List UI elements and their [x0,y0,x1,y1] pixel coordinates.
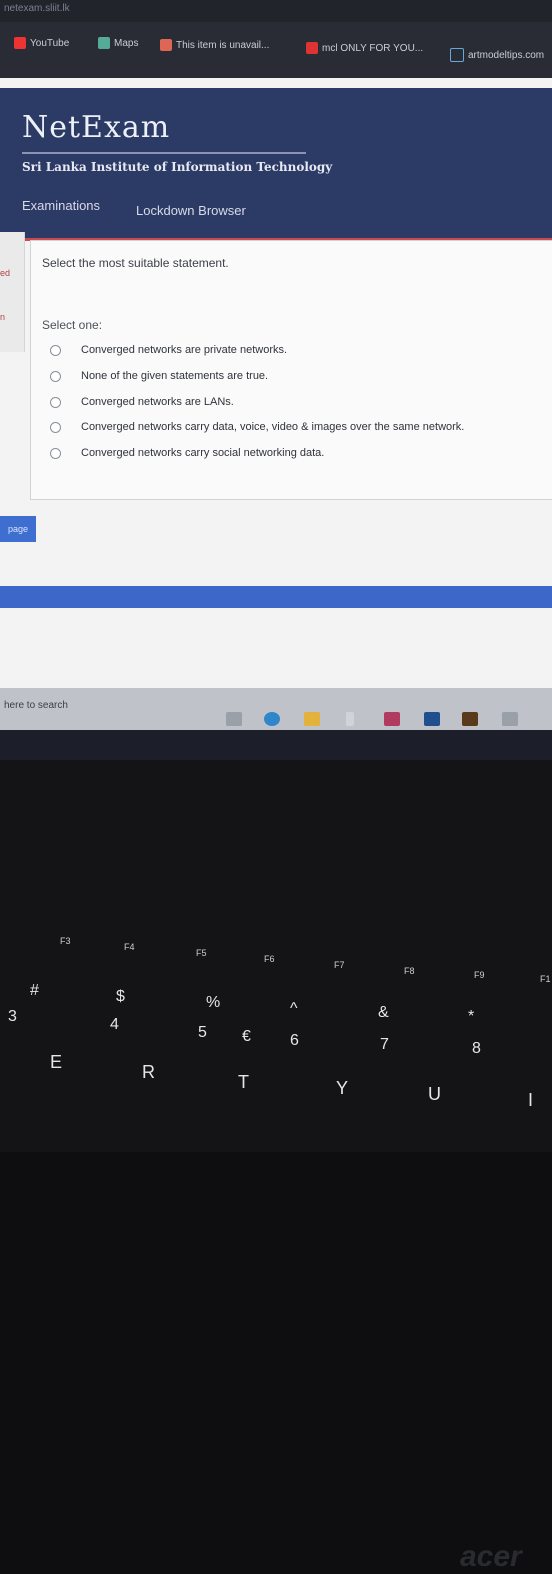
side-label-1: ed [0,268,11,278]
calendar-icon[interactable] [502,712,518,726]
key-3[interactable]: 3 [8,1008,17,1026]
key-caret[interactable]: ^ [290,1000,298,1018]
question-info-panel [0,232,25,352]
answer-option-3[interactable]: Converged networks are LANs. [50,396,234,408]
document-icon [160,39,172,51]
institute-name: Sri Lanka Institute of Information Techn… [22,160,333,174]
bookmark-n-icon [306,42,318,54]
acer-logo: acer [460,1540,522,1573]
key-dollar[interactable]: $ [116,988,125,1006]
key-t[interactable]: T [238,1072,249,1093]
key-i[interactable]: I [528,1090,533,1111]
key-ampersand[interactable]: & [378,1004,389,1022]
youtube-icon [14,37,26,49]
key-f8[interactable]: F8 [404,966,415,976]
select-one-label: Select one: [42,318,103,332]
answer-option-1[interactable]: Converged networks are private networks. [50,344,287,356]
bookmark-youtube[interactable]: YouTube [14,37,69,49]
task-view-icon[interactable] [226,712,242,726]
bookmark-mcl[interactable]: mcl ONLY FOR YOU... [306,42,423,54]
key-6[interactable]: 6 [290,1032,299,1050]
side-label-2: n [0,312,6,322]
answer-option-2[interactable]: None of the given statements are true. [50,370,268,382]
key-euro[interactable]: € [242,1028,251,1046]
taskbar-search-input[interactable]: here to search [4,700,68,711]
key-f9[interactable]: F9 [474,970,485,980]
key-4[interactable]: 4 [110,1016,119,1034]
photoshop-icon[interactable] [424,712,440,726]
question-text: Select the most suitable statement. [42,256,229,270]
key-asterisk[interactable]: * [468,1008,474,1026]
indesign-icon[interactable] [384,712,400,726]
page-icon [450,48,464,62]
answer-option-5[interactable]: Converged networks carry social networki… [50,447,324,459]
laptop-screen: netexam.sliit.lk YouTube Maps This item … [0,0,552,760]
key-hash[interactable]: # [30,982,39,1000]
radio-button[interactable] [50,370,61,382]
answer-option-4[interactable]: Converged networks carry data, voice, vi… [50,421,464,433]
edge-icon[interactable] [264,712,280,726]
key-f5[interactable]: F5 [196,948,207,958]
key-f10[interactable]: F1 [540,974,551,984]
key-f7[interactable]: F7 [334,960,345,970]
laptop-keyboard: acer F3 F4 F5 F6 F7 F8 F9 F1 # $ % ^ & *… [0,760,552,1573]
footer-band [0,586,552,608]
key-e[interactable]: E [50,1052,62,1073]
key-8[interactable]: 8 [472,1040,481,1058]
key-5[interactable]: 5 [198,1024,207,1042]
radio-button[interactable] [50,447,61,459]
key-percent[interactable]: % [206,994,220,1012]
menu-examinations[interactable]: Examinations [22,198,100,213]
key-f6[interactable]: F6 [264,954,275,964]
key-u[interactable]: U [428,1084,441,1105]
logo-underline [22,152,306,154]
key-r[interactable]: R [142,1062,155,1083]
radio-button[interactable] [50,396,61,408]
key-f4[interactable]: F4 [124,942,135,952]
page-button[interactable]: page [0,516,36,542]
url-text: netexam.sliit.lk [4,3,70,14]
pen-icon[interactable] [346,712,354,726]
key-f3[interactable]: F3 [60,936,71,946]
file-explorer-icon[interactable] [304,712,320,726]
key-y[interactable]: Y [336,1078,348,1099]
address-bar[interactable]: netexam.sliit.lk [0,0,552,22]
bookmark-unavailable[interactable]: This item is unavail... [160,39,269,51]
key-7[interactable]: 7 [380,1036,389,1054]
illustrator-icon[interactable] [462,712,478,726]
netexam-logo[interactable]: NetExam [22,110,170,145]
bookmark-artmodeltips[interactable]: artmodeltips.com [450,48,544,62]
radio-button[interactable] [50,421,61,433]
menu-lockdown-browser[interactable]: Lockdown Browser [136,203,246,218]
bookmarks-bar: YouTube Maps This item is unavail... mcl… [0,22,552,78]
radio-button[interactable] [50,344,61,356]
maps-icon [98,37,110,49]
bookmark-maps[interactable]: Maps [98,37,138,49]
